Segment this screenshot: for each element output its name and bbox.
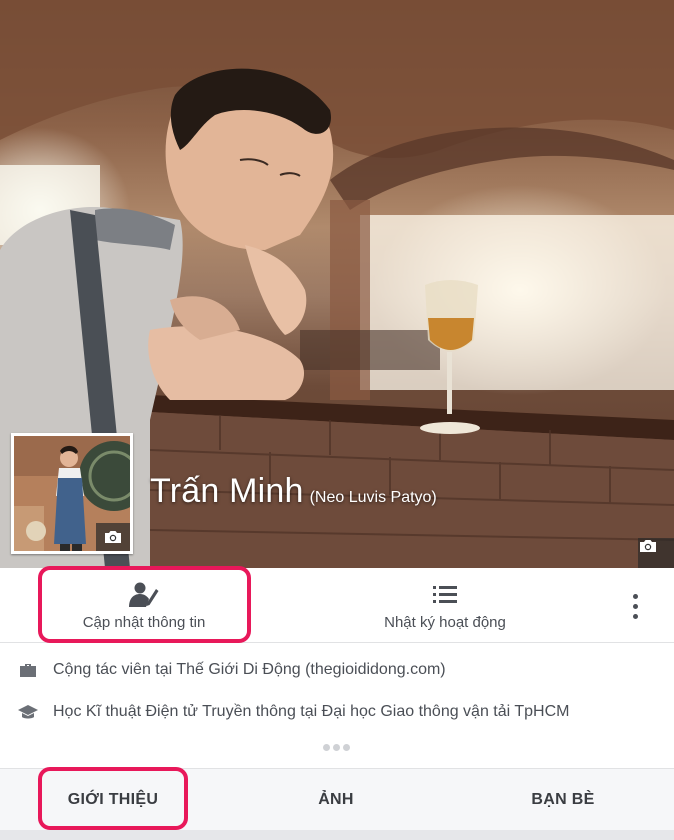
- more-vertical-icon[interactable]: [622, 586, 648, 626]
- work-info-text: Cộng tác viên tại Thế Giới Di Động (theg…: [53, 661, 446, 678]
- activity-log-button[interactable]: Nhật ký hoạt động: [350, 568, 540, 643]
- profile-tabs: GIỚI THIỆU ẢNH BẠN BÈ: [0, 768, 674, 830]
- tab-intro[interactable]: GIỚI THIỆU: [40, 769, 186, 831]
- tab-photos[interactable]: ẢNH: [286, 769, 386, 831]
- update-info-button[interactable]: Cập nhật thông tin: [40, 568, 248, 643]
- list-icon: [433, 580, 457, 608]
- activity-log-label: Nhật ký hoạt động: [384, 614, 506, 631]
- person-edit-icon: [129, 580, 159, 608]
- work-info-row[interactable]: Cộng tác viên tại Thế Giới Di Động (theg…: [0, 656, 446, 684]
- cover-camera-button[interactable]: [638, 538, 674, 568]
- briefcase-icon: [17, 662, 39, 678]
- graduation-cap-icon: [17, 704, 39, 720]
- profile-avatar[interactable]: [11, 433, 133, 554]
- update-info-label: Cập nhật thông tin: [82, 614, 206, 631]
- profile-name: Trấn Minh: [150, 472, 304, 510]
- education-info-row[interactable]: Học Kĩ thuật Điện tử Truyền thông tại Đạ…: [0, 698, 569, 726]
- profile-actions-bar: Cập nhật thông tin Nhật ký hoạt động: [0, 568, 674, 643]
- avatar-camera-button[interactable]: [96, 523, 130, 551]
- camera-icon: [640, 540, 656, 552]
- profile-alternate-name: (Neo Luvis Patyo): [309, 489, 437, 506]
- tab-friends[interactable]: BẠN BÈ: [500, 769, 626, 831]
- profile-name-block: Trấn Minh (Neo Luvis Patyo): [150, 472, 437, 511]
- camera-icon: [105, 531, 121, 543]
- bottom-divider: [0, 830, 674, 840]
- see-more-dots[interactable]: [323, 744, 350, 751]
- education-info-text: Học Kĩ thuật Điện tử Truyền thông tại Đạ…: [53, 703, 570, 720]
